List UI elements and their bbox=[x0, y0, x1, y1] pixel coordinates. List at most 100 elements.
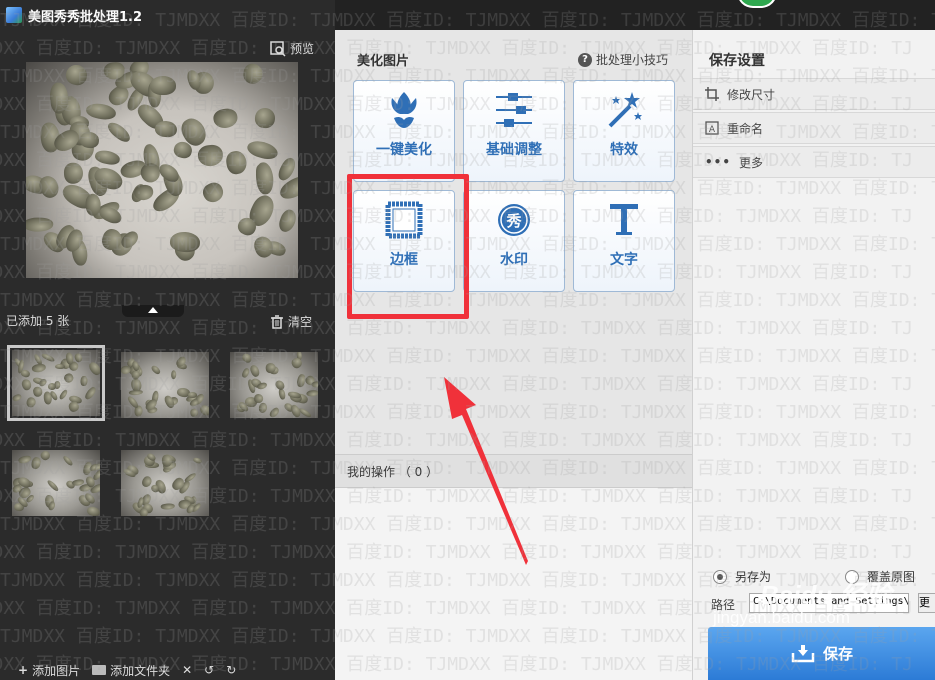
clam-shape bbox=[105, 119, 133, 145]
clam-shape bbox=[250, 234, 276, 261]
frame-icon bbox=[385, 201, 423, 239]
clam-shape bbox=[87, 359, 100, 377]
window-title: 美图秀秀批处理1.2 bbox=[28, 9, 143, 25]
option-rename[interactable]: A 重命名 bbox=[693, 112, 935, 144]
clam-shape bbox=[242, 62, 264, 85]
clam-shape bbox=[16, 454, 32, 465]
clam-shape bbox=[84, 385, 98, 401]
clam-shape bbox=[48, 382, 57, 391]
folder-icon bbox=[92, 665, 107, 675]
option-resize[interactable]: 修改尺寸 bbox=[693, 78, 935, 110]
added-count-label: 已添加 5 张 bbox=[6, 314, 70, 328]
add-folder-label: 添加文件夹 bbox=[110, 663, 171, 678]
clam-shape bbox=[97, 204, 124, 227]
tool-label: 边框 bbox=[390, 252, 418, 268]
tool-auto-beautify[interactable]: 一键美化 bbox=[353, 80, 455, 182]
beautify-panel: 美化图片 ? 批处理小技巧 一键美化 基础调整 特效 边框 秀 水印 文字 我的… bbox=[335, 30, 692, 680]
clam-shape bbox=[63, 162, 84, 185]
watermark-icon: 秀 bbox=[498, 204, 530, 236]
clam-shape bbox=[149, 75, 176, 95]
tips-label: 批处理小技巧 bbox=[595, 53, 668, 67]
thumbnail-1[interactable] bbox=[7, 345, 105, 421]
tulip-icon bbox=[391, 92, 417, 128]
clam-shape bbox=[54, 364, 65, 370]
clam-shape bbox=[197, 143, 225, 168]
clam-shape bbox=[32, 385, 44, 397]
clam-shape bbox=[267, 405, 281, 418]
rename-icon: A bbox=[705, 121, 719, 135]
clam-shape bbox=[62, 372, 75, 385]
clam-shape bbox=[63, 62, 90, 88]
clam-shape bbox=[61, 454, 74, 467]
tool-effects[interactable]: 特效 bbox=[573, 80, 675, 182]
add-folder-button[interactable]: 添加文件夹 bbox=[92, 662, 170, 679]
clam-shape bbox=[153, 119, 177, 138]
clam-shape bbox=[160, 503, 175, 510]
magnifier-icon bbox=[270, 40, 286, 57]
site-watermark: jingyan.baidu.com bbox=[713, 608, 851, 627]
tool-label: 水印 bbox=[500, 252, 528, 268]
clam-shape bbox=[212, 107, 239, 130]
clear-label: 清空 bbox=[288, 315, 313, 329]
tool-text[interactable]: 文字 bbox=[573, 190, 675, 292]
add-image-button[interactable]: + 添加图片 bbox=[18, 662, 80, 679]
save-settings-heading: 保存设置 bbox=[709, 53, 765, 69]
collapse-toggle[interactable] bbox=[122, 305, 184, 317]
clear-button[interactable]: 清空 bbox=[270, 313, 312, 330]
save-label: 保存 bbox=[822, 645, 853, 663]
more-dots-icon: ••• bbox=[705, 155, 732, 169]
option-label: 重命名 bbox=[727, 121, 764, 136]
clam-shape bbox=[200, 180, 227, 206]
save-button[interactable]: 保存 bbox=[708, 627, 935, 680]
clam-shape bbox=[198, 402, 209, 418]
thumbnail-4[interactable] bbox=[12, 450, 100, 516]
clam-shape bbox=[305, 389, 318, 398]
delete-icon[interactable]: ✕ bbox=[182, 663, 192, 677]
clam-shape bbox=[30, 456, 42, 471]
clam-shape bbox=[184, 471, 198, 484]
radio-dot bbox=[713, 569, 727, 584]
change-path-button[interactable]: 更 bbox=[918, 593, 935, 613]
clam-shape bbox=[79, 131, 101, 150]
magic-wand-icon bbox=[608, 92, 642, 128]
option-label: 更多 bbox=[739, 155, 764, 170]
tips-link[interactable]: ? 批处理小技巧 bbox=[577, 51, 668, 68]
clam-shape bbox=[187, 392, 197, 398]
tool-watermark[interactable]: 秀 水印 bbox=[463, 190, 565, 292]
tool-frame[interactable]: 边框 bbox=[353, 190, 455, 292]
clam-shape bbox=[244, 137, 280, 163]
clam-shape bbox=[189, 407, 200, 418]
option-label: 修改尺寸 bbox=[727, 87, 776, 102]
option-more[interactable]: ••• 更多 bbox=[693, 146, 935, 178]
beautify-heading: 美化图片 bbox=[357, 54, 410, 69]
sliders-icon bbox=[496, 93, 532, 127]
clam-shape bbox=[26, 217, 54, 232]
clam-shape bbox=[254, 161, 275, 195]
clam-shape bbox=[149, 364, 162, 376]
clam-shape bbox=[225, 149, 249, 177]
crop-icon bbox=[705, 87, 719, 101]
plus-icon: + bbox=[18, 663, 29, 677]
baidu-logo: Baidu 经验 bbox=[760, 580, 892, 610]
tool-basic-adjust[interactable]: 基础调整 bbox=[463, 80, 565, 182]
clam-shape bbox=[257, 401, 268, 414]
svg-text:秀: 秀 bbox=[505, 212, 522, 230]
rotate-left-icon[interactable]: ↺ bbox=[204, 663, 214, 677]
clam-shape bbox=[31, 363, 47, 374]
thumbnail-3[interactable] bbox=[230, 352, 318, 418]
preview-button[interactable]: 预览 bbox=[270, 40, 314, 57]
thumbnail-2[interactable] bbox=[121, 352, 209, 418]
clam-shape bbox=[93, 148, 121, 166]
preview-image bbox=[26, 62, 298, 278]
question-icon: ? bbox=[577, 52, 592, 67]
clam-shape bbox=[254, 107, 276, 129]
notification-badge bbox=[737, 0, 777, 8]
trash-icon bbox=[271, 314, 283, 329]
clam-shape bbox=[240, 352, 253, 364]
rotate-right-icon[interactable]: ↻ bbox=[226, 663, 236, 677]
clam-shape bbox=[249, 363, 262, 378]
clam-shape bbox=[192, 456, 203, 465]
title-bar: 美图秀秀批处理1.2 bbox=[0, 0, 335, 30]
add-image-label: 添加图片 bbox=[32, 663, 81, 678]
thumbnail-5[interactable] bbox=[121, 450, 209, 516]
